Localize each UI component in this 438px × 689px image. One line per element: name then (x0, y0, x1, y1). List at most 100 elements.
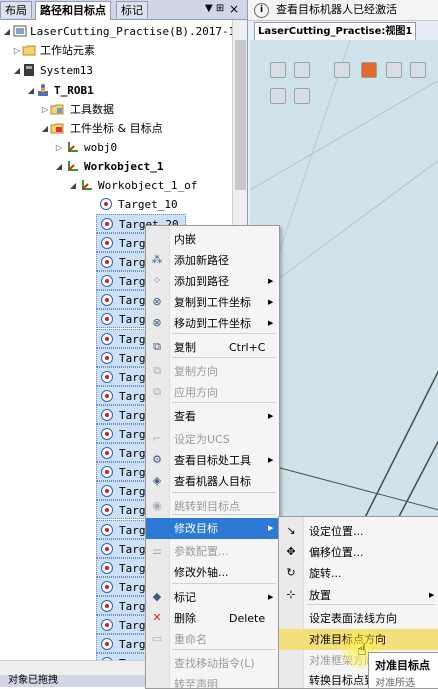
context-menu-item: 查找移动指令(L) (146, 653, 279, 674)
tree-target-row[interactable]: Targ (96, 252, 148, 271)
tree-target-label: Targ (119, 600, 146, 613)
context-menu-item[interactable]: ⧉ 复制 Ctrl+C (146, 337, 279, 358)
context-menu-item: ⧉ 应用方向 (146, 382, 279, 403)
tree-target-row[interactable]: Targ (96, 329, 148, 348)
tree-target-row[interactable]: Targ (96, 348, 148, 367)
tree-target-label: Targ (119, 313, 146, 326)
view-tool-button[interactable] (334, 62, 350, 78)
panel-tab-bar: 布局 路径和目标点 标记 ▼ ⊞ × (0, 0, 247, 20)
tree-target-row[interactable]: Targ (96, 443, 148, 462)
submenu-arrow-icon: ▶ (268, 524, 274, 532)
tree-tool-data[interactable]: ▷ 工具数据 (0, 100, 232, 119)
delete-icon: ✕ (152, 611, 162, 624)
tree-station-label: LaserCutting_Practise(B).2017-1-◦ (30, 25, 232, 38)
collapse-icon[interactable]: ◢ (12, 61, 22, 80)
expand-icon[interactable]: ▷ (12, 41, 22, 60)
context-menu-item[interactable]: ⚙ 查看目标处工具 ▶ (146, 450, 279, 471)
target-icon (101, 313, 113, 325)
tree-wobj0[interactable]: ▷ wobj0 (0, 138, 232, 157)
tree-target-row[interactable]: Targ (96, 462, 148, 481)
collapse-icon[interactable]: ◢ (40, 119, 50, 138)
collapse-icon[interactable]: ◢ (54, 157, 64, 176)
view-tool-button[interactable] (361, 62, 377, 78)
context-menu-item[interactable]: 查看 ▶ (146, 406, 279, 427)
context-menu-item[interactable]: ⊗ 移动到工件坐标 ▶ (146, 313, 279, 334)
tree-target-row[interactable]: Targ (96, 424, 148, 443)
tree-target-row[interactable]: Targ (96, 367, 148, 386)
submenu-item[interactable]: ✥ 偏移位置... (279, 542, 438, 563)
tree-target-row[interactable]: Targ (96, 290, 148, 309)
tree-robot-task[interactable]: ◢ T_ROB1 (0, 81, 232, 100)
panel-pin-icon[interactable]: ▼ ⊞ (205, 3, 224, 14)
submenu-item[interactable]: ⊹ 放置 ▶ (279, 585, 438, 606)
context-menu-item-label: 移动到工件坐标 (174, 317, 251, 330)
place-icon: ⊹ (286, 588, 296, 601)
target-icon (101, 543, 113, 555)
folder-icon (22, 45, 36, 56)
tree-target-label: Targ (119, 543, 146, 556)
stop-icon[interactable] (294, 88, 310, 104)
tree-target-row[interactable]: Targ (96, 500, 148, 519)
tree-station-elements[interactable]: ▷ 工作站元素 (0, 41, 232, 60)
context-menu-item[interactable]: ✕ 删除 Delete (146, 608, 279, 629)
context-menu-item[interactable]: 内嵌 (146, 229, 279, 250)
submenu-item[interactable]: ↻ 旋转... (279, 563, 438, 584)
tree-target-label: Targ (119, 447, 146, 460)
tree-target-row[interactable]: Targ (96, 405, 148, 424)
info-bar: i 查看目标机器人已经激活 (248, 0, 438, 21)
play-icon[interactable] (270, 88, 286, 104)
tree-target-10[interactable]: Target_10 (96, 195, 186, 214)
scrollbar-thumb[interactable] (235, 40, 246, 190)
menu-separator (172, 333, 276, 334)
tree-target-row[interactable]: Targ (96, 615, 148, 634)
submenu-item[interactable]: ↘ 设定位置... (279, 521, 438, 542)
tree-target-row[interactable]: Targ (96, 386, 148, 405)
tree-workobject-1-of[interactable]: ◢ Workobject_1_of (0, 176, 232, 195)
tree-target-row[interactable]: Targ (96, 309, 148, 328)
tree-target-row[interactable]: Targ (96, 558, 148, 577)
collapse-icon[interactable]: ◢ (2, 22, 12, 41)
add-to-path-icon: ⁘ (152, 274, 162, 287)
tree-workobjects-targets[interactable]: ◢ 工件坐标 & 目标点 (0, 119, 232, 138)
view-tool-button[interactable] (386, 62, 402, 78)
collapse-icon[interactable]: ◢ (68, 176, 78, 195)
tree-target-row[interactable]: Targ (96, 634, 148, 653)
submenu-arrow-icon: ▶ (268, 277, 274, 285)
tree-station-elements-label: 工作站元素 (40, 44, 95, 57)
view-tool-button[interactable] (270, 62, 286, 78)
menu-separator (172, 649, 276, 650)
collapse-icon[interactable]: ◢ (26, 81, 36, 100)
expand-icon[interactable]: ▷ (40, 100, 50, 119)
tab-view1[interactable]: LaserCutting_Practise:视图1 (254, 22, 417, 41)
context-menu-item[interactable]: 修改目标 ▶ (146, 518, 279, 539)
view-tool-button[interactable] (410, 62, 426, 78)
tree-target-row[interactable]: Targ (96, 481, 148, 500)
tree-workobject-1[interactable]: ◢ Workobject_1 (0, 157, 232, 176)
context-menu-item[interactable]: ⁂ 添加新路径 (146, 250, 279, 271)
context-menu-item-label: 应用方向 (174, 386, 218, 399)
expand-icon[interactable]: ▷ (54, 138, 64, 157)
tree-station[interactable]: ◢ LaserCutting_Practise(B).2017-1-◦ (0, 22, 232, 41)
submenu-item[interactable]: 设定表面法线方向 (279, 608, 438, 629)
tab-tags[interactable]: 标记 (116, 1, 148, 18)
tree-target-row[interactable]: Targ (96, 653, 148, 660)
tree-system[interactable]: ◢ System13 (0, 61, 232, 80)
tree-target-row[interactable]: Targ (96, 271, 148, 290)
panel-close-icon[interactable]: × (229, 2, 239, 16)
context-menu-item[interactable]: ◆ 标记 ▶ (146, 587, 279, 608)
tab-paths-targets[interactable]: 路径和目标点 (35, 1, 111, 20)
view-tool-button[interactable] (294, 62, 310, 78)
tree-target-row[interactable]: Targ (96, 577, 148, 596)
context-menu-item[interactable]: ⁘ 添加到路径 ▶ (146, 271, 279, 292)
tree-target-row[interactable]: Targ (96, 539, 148, 558)
context-menu-item[interactable]: 修改外轴... (146, 562, 279, 583)
context-menu-item[interactable]: ◈ 查看机器人目标 (146, 471, 279, 492)
tree-target-row[interactable]: Targ (96, 233, 148, 252)
tree-target-row[interactable]: Targ (96, 520, 148, 539)
tab-layout[interactable]: 布局 (0, 1, 32, 18)
context-menu-item[interactable]: ⊗ 复制到工件坐标 ▶ (146, 292, 279, 313)
tree-target-label: Targ (119, 638, 146, 651)
config-icon: ⚌ (152, 544, 162, 557)
submenu-item-label: 设定位置... (309, 525, 364, 538)
tree-target-row[interactable]: Targ (96, 596, 148, 615)
